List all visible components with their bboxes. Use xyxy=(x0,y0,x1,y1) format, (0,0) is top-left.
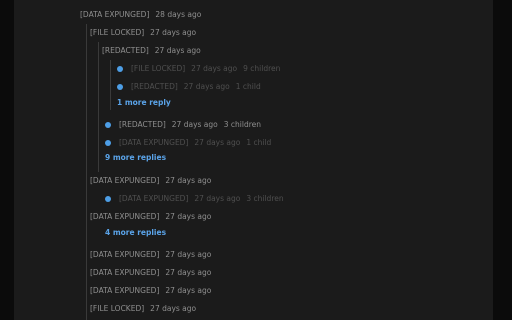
comment-author[interactable]: [FILE LOCKED] xyxy=(131,64,185,73)
comment-header: [DATA EXPUNGED] 28 days ago xyxy=(80,8,201,22)
comment-age: 27 days ago xyxy=(191,64,238,73)
children-count: 3 children xyxy=(246,194,284,203)
thread-line-level-3[interactable] xyxy=(110,60,111,110)
more-replies-link[interactable]: 1 more reply xyxy=(117,96,171,110)
comment-age[interactable]: 27 days ago xyxy=(165,250,211,259)
collapsed-comment-header: [DATA EXPUNGED] 27 days ago 1 child xyxy=(119,136,271,150)
comment-age[interactable]: 27 days ago xyxy=(165,268,211,277)
comment-age: 27 days ago xyxy=(171,120,218,129)
comment-author[interactable]: [REDACTED] xyxy=(102,46,149,55)
comment-header: [FILE LOCKED] 27 days ago xyxy=(90,26,196,40)
thread-line-level-2[interactable] xyxy=(98,42,99,172)
comment-author[interactable]: [DATA EXPUNGED] xyxy=(90,212,159,221)
comment-header: [FILE LOCKED] 27 days ago xyxy=(90,302,196,316)
more-replies-link[interactable]: 9 more replies xyxy=(105,151,166,165)
comment-author[interactable]: [DATA EXPUNGED] xyxy=(90,250,159,259)
children-count: 1 child xyxy=(246,138,272,147)
comment-age[interactable]: 27 days ago xyxy=(165,286,211,295)
children-count: 1 child xyxy=(235,82,261,91)
comment-header: [REDACTED] 27 days ago xyxy=(102,44,201,58)
expand-dot-icon[interactable] xyxy=(105,122,111,128)
comment-age[interactable]: 27 days ago xyxy=(165,212,211,221)
comment-age: 27 days ago xyxy=(183,82,230,91)
comment-author[interactable]: [REDACTED] xyxy=(119,120,166,129)
comment-author[interactable]: [FILE LOCKED] xyxy=(90,304,144,313)
comment-author[interactable]: [DATA EXPUNGED] xyxy=(119,194,188,203)
comment-author[interactable]: [DATA EXPUNGED] xyxy=(90,176,159,185)
collapsed-comment-header: [REDACTED] 27 days ago 3 children xyxy=(119,118,261,132)
comment-age: 27 days ago xyxy=(194,194,241,203)
collapsed-comment-header: [FILE LOCKED] 27 days ago 9 children xyxy=(131,62,280,76)
comment-author[interactable]: [REDACTED] xyxy=(131,82,178,91)
expand-dot-icon[interactable] xyxy=(117,66,123,72)
comment-age[interactable]: 27 days ago xyxy=(150,28,196,37)
comment-header: [DATA EXPUNGED] 27 days ago xyxy=(90,266,211,280)
comment-thread-panel: [DATA EXPUNGED] 28 days ago [FILE LOCKED]… xyxy=(14,0,493,320)
comment-age: 27 days ago xyxy=(194,138,241,147)
collapsed-comment-header: [DATA EXPUNGED] 27 days ago 3 children xyxy=(119,192,284,206)
comment-age[interactable]: 27 days ago xyxy=(155,46,201,55)
children-count: 3 children xyxy=(223,120,261,129)
comment-age[interactable]: 28 days ago xyxy=(155,10,201,19)
thread-line-level-1[interactable] xyxy=(86,24,87,320)
comment-author[interactable]: [FILE LOCKED] xyxy=(90,28,144,37)
expand-dot-icon[interactable] xyxy=(105,140,111,146)
comment-author[interactable]: [DATA EXPUNGED] xyxy=(80,10,149,19)
comment-author[interactable]: [DATA EXPUNGED] xyxy=(119,138,188,147)
expand-dot-icon[interactable] xyxy=(105,196,111,202)
more-replies-link[interactable]: 4 more replies xyxy=(105,226,166,240)
comment-author[interactable]: [DATA EXPUNGED] xyxy=(90,286,159,295)
comment-header: [DATA EXPUNGED] 27 days ago xyxy=(90,284,211,298)
expand-dot-icon[interactable] xyxy=(117,84,123,90)
comment-author[interactable]: [DATA EXPUNGED] xyxy=(90,268,159,277)
comment-header: [DATA EXPUNGED] 27 days ago xyxy=(90,174,211,188)
comment-age[interactable]: 27 days ago xyxy=(165,176,211,185)
comment-header: [DATA EXPUNGED] 27 days ago xyxy=(90,210,211,224)
comment-age[interactable]: 27 days ago xyxy=(150,304,196,313)
collapsed-comment-header: [REDACTED] 27 days ago 1 child xyxy=(131,80,261,94)
comment-header: [DATA EXPUNGED] 27 days ago xyxy=(90,248,211,262)
children-count: 9 children xyxy=(243,64,281,73)
